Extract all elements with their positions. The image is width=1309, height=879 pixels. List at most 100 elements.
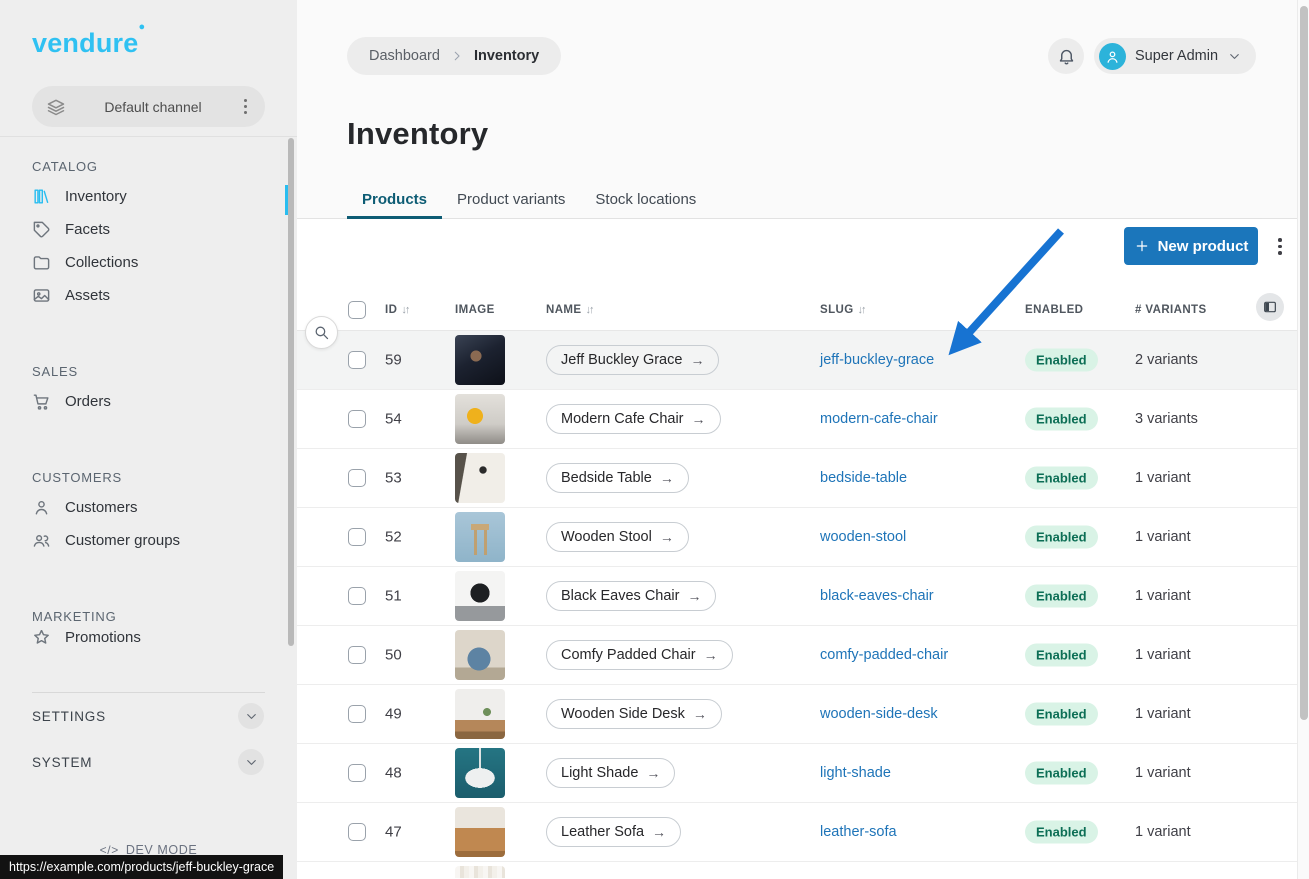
product-slug-link[interactable]: modern-cafe-chair <box>820 411 938 427</box>
tab-products[interactable]: Products <box>347 183 442 219</box>
breadcrumb-dashboard[interactable]: Dashboard <box>369 48 440 64</box>
product-name-chip[interactable]: Light Shade→ <box>546 758 675 788</box>
sort-icon[interactable]: ↓↑ <box>585 304 592 316</box>
arrow-right-icon: → <box>660 470 674 486</box>
enabled-badge: Enabled <box>1025 349 1098 372</box>
product-id: 59 <box>385 352 402 369</box>
sidebar-section-system[interactable]: SYSTEM <box>0 739 297 785</box>
product-image[interactable] <box>455 807 505 857</box>
sidebar-item-orders[interactable]: Orders <box>0 385 297 418</box>
product-slug-link[interactable]: bedside-table <box>820 470 907 486</box>
enabled-badge: Enabled <box>1025 408 1098 431</box>
sidebar-nav: CATALOGInventoryFacetsCollectionsAssetsS… <box>0 136 297 785</box>
row-checkbox[interactable] <box>348 410 366 428</box>
sidebar-item-promotions[interactable]: Promotions <box>0 630 297 644</box>
product-slug-link[interactable]: wooden-side-desk <box>820 706 938 722</box>
sort-icon[interactable]: ↓↑ <box>858 304 865 316</box>
sidebar-item-inventory[interactable]: Inventory <box>0 180 297 213</box>
row-checkbox[interactable] <box>348 469 366 487</box>
product-image[interactable] <box>455 335 505 385</box>
sidebar-item-assets[interactable]: Assets <box>0 279 297 312</box>
product-name-chip[interactable]: Jeff Buckley Grace→ <box>546 345 719 375</box>
nav-section-title: SALES <box>32 364 297 379</box>
tab-bar: ProductsProduct variantsStock locations <box>347 183 1262 219</box>
enabled-badge: Enabled <box>1025 762 1098 785</box>
new-product-button[interactable]: New product <box>1124 227 1258 265</box>
product-name-chip[interactable]: Wooden Side Desk→ <box>546 699 722 729</box>
expand-button[interactable] <box>238 703 264 729</box>
variant-count: 1 variant <box>1135 529 1191 545</box>
channel-menu-button[interactable] <box>240 95 251 118</box>
product-id: 52 <box>385 529 402 546</box>
sort-icon[interactable]: ↓↑ <box>401 304 408 316</box>
column-settings-button[interactable] <box>1256 293 1284 321</box>
table-row: 48Light Shade→light-shadeEnabled1 varian… <box>297 744 1297 803</box>
sidebar-item-collections[interactable]: Collections <box>0 246 297 279</box>
row-checkbox-cell <box>348 351 366 369</box>
cart-icon <box>32 392 51 411</box>
product-name-chip[interactable]: Modern Cafe Chair→ <box>546 404 721 434</box>
product-image[interactable] <box>455 453 505 503</box>
product-name-chip[interactable]: Bedside Table→ <box>546 463 689 493</box>
product-slug-link[interactable]: jeff-buckley-grace <box>820 352 934 368</box>
product-slug-link[interactable]: comfy-padded-chair <box>820 647 948 663</box>
row-checkbox[interactable] <box>348 764 366 782</box>
sidebar-item-customers[interactable]: Customers <box>0 491 297 524</box>
nav-gap <box>0 557 297 587</box>
product-slug-link[interactable]: leather-sofa <box>820 824 897 840</box>
user-icon <box>32 498 51 517</box>
column-header-name[interactable]: NAME↓↑ <box>546 304 592 316</box>
sidebar-item-customer-groups[interactable]: Customer groups <box>0 524 297 557</box>
column-header-id[interactable]: ID↓↑ <box>385 304 408 316</box>
table-body: 59Jeff Buckley Grace→jeff-buckley-graceE… <box>297 331 1297 878</box>
product-name: Jeff Buckley Grace <box>561 352 682 368</box>
sidebar-item-label: Customer groups <box>65 532 180 549</box>
product-image[interactable] <box>455 866 505 878</box>
product-slug-link[interactable]: wooden-stool <box>820 529 906 545</box>
product-image[interactable] <box>455 630 505 680</box>
breadcrumb-inventory[interactable]: Inventory <box>474 48 539 64</box>
row-checkbox[interactable] <box>348 528 366 546</box>
page-scrollbar[interactable] <box>1297 0 1309 879</box>
product-image[interactable] <box>455 571 505 621</box>
nav-section-title: MARKETING <box>32 609 297 624</box>
product-name-chip[interactable]: Comfy Padded Chair→ <box>546 640 733 670</box>
layers-icon <box>46 97 66 117</box>
product-image[interactable] <box>455 689 505 739</box>
row-checkbox[interactable] <box>348 587 366 605</box>
product-image[interactable] <box>455 512 505 562</box>
select-all-checkbox[interactable] <box>348 301 366 319</box>
sidebar-scrollbar[interactable] <box>288 138 294 646</box>
table-row: 52Wooden Stool→wooden-stoolEnabled1 vari… <box>297 508 1297 567</box>
row-checkbox[interactable] <box>348 823 366 841</box>
row-checkbox-cell <box>348 646 366 664</box>
table-row: 54Modern Cafe Chair→modern-cafe-chairEna… <box>297 390 1297 449</box>
tab-stock-locations[interactable]: Stock locations <box>580 183 711 219</box>
product-name-chip[interactable]: Wooden Stool→ <box>546 522 689 552</box>
avatar <box>1099 43 1126 70</box>
channel-selector[interactable]: Default channel <box>32 86 265 127</box>
product-slug-link[interactable]: black-eaves-chair <box>820 588 934 604</box>
sidebar-item-facets[interactable]: Facets <box>0 213 297 246</box>
tab-product-variants[interactable]: Product variants <box>442 183 580 219</box>
user-menu[interactable]: Super Admin <box>1094 38 1256 74</box>
product-name-chip[interactable]: Leather Sofa→ <box>546 817 681 847</box>
product-name-chip[interactable]: Black Eaves Chair→ <box>546 581 716 611</box>
table-search-button[interactable] <box>305 316 338 349</box>
row-checkbox[interactable] <box>348 351 366 369</box>
product-slug-link[interactable]: light-shade <box>820 765 891 781</box>
notifications-button[interactable] <box>1048 38 1084 74</box>
table-options-button[interactable] <box>1274 234 1286 259</box>
row-checkbox[interactable] <box>348 646 366 664</box>
product-id: 51 <box>385 588 402 605</box>
sidebar-item-label: Customers <box>65 499 138 516</box>
column-header-slug[interactable]: SLUG↓↑ <box>820 304 865 316</box>
sidebar-section-label: SYSTEM <box>32 755 92 770</box>
row-checkbox[interactable] <box>348 705 366 723</box>
chevron-down-icon <box>244 709 259 724</box>
product-image[interactable] <box>455 394 505 444</box>
sidebar-section-settings[interactable]: SETTINGS <box>0 693 297 739</box>
product-image[interactable] <box>455 748 505 798</box>
table-row: 53Bedside Table→bedside-tableEnabled1 va… <box>297 449 1297 508</box>
expand-button[interactable] <box>238 749 264 775</box>
